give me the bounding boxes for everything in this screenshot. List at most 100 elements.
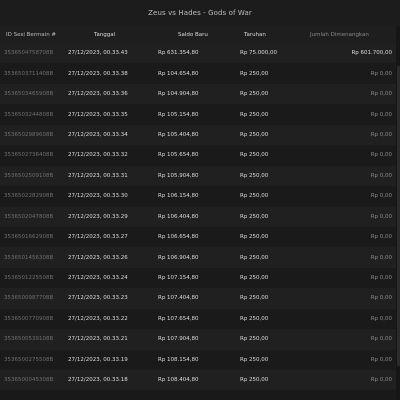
window-title: Zeus vs Hades - Gods of War [148,9,252,17]
cell-amount-won: Rp 0,00 [370,111,392,118]
cell-date: 27/12/2023, 00.33.22 [68,315,128,322]
history-window: Zeus vs Hades - Gods of War ID Sesi Berm… [0,0,400,400]
cell-amount-won: Rp 0,00 [370,295,392,302]
cell-new-balance: Rp 105.154,80 [158,111,199,118]
cell-bet: Rp 250,00 [240,213,269,220]
table-row[interactable]: 3536500987708B 27/12/2023, 00.33.23 Rp 107… [0,288,396,309]
cell-session-id: 3536500045308B [4,377,54,384]
cell-new-balance: Rp 105.904,80 [158,172,199,179]
table-row[interactable]: 3536504758708B 27/12/2023, 00.33.43 Rp 631… [0,43,396,64]
cell-bet: Rp 250,00 [240,172,269,179]
cell-date: 27/12/2023, 00.33.29 [68,213,128,220]
cell-bet: Rp 250,00 [240,91,269,98]
cell-bet: Rp 250,00 [240,152,269,159]
cell-new-balance: Rp 108.154,80 [158,356,199,363]
cell-session-id: 3536502047808B [4,213,54,220]
table-row[interactable]: 3536500275508B 27/12/2023, 00.33.19 Rp 108… [0,349,396,370]
cell-date: 27/12/2023, 00.33.35 [68,111,128,118]
cell-bet: Rp 250,00 [240,336,269,343]
cell-new-balance: Rp 107.404,80 [158,295,199,302]
cell-session-id: 3536501456308B [4,254,54,261]
cell-amount-won: Rp 0,00 [370,172,392,179]
cell-session-id: 3536503711408B [4,70,54,77]
cell-bet: Rp 250,00 [240,193,269,200]
cell-bet: Rp 250,00 [240,295,269,302]
cell-date: 27/12/2023, 00.33.31 [68,172,128,179]
table-row[interactable]: 3536503711408B 27/12/2023, 00.33.38 Rp 104… [0,63,396,84]
cell-session-id: 3536501225508B [4,275,54,282]
table-row[interactable]: 3536500770908B 27/12/2023, 00.33.22 Rp 107… [0,308,396,330]
cell-bet: Rp 250,00 [240,70,269,77]
cell-date: 27/12/2023, 00.33.21 [68,336,128,343]
cell-session-id: 3536501662908B [4,234,54,241]
cell-session-id: 3536502736408B [4,152,54,159]
table-row[interactable]: 3536502989608B 27/12/2023, 00.33.34 Rp 105… [0,124,396,146]
cell-date: 27/12/2023, 00.33.32 [68,152,128,159]
table-row[interactable]: 3536501225508B 27/12/2023, 00.33.24 Rp 107… [0,267,396,289]
cell-amount-won: Rp 0,00 [370,152,392,159]
cell-bet: Rp 75.000,00 [240,50,278,57]
cell-new-balance: Rp 108.404,80 [158,377,199,384]
cell-new-balance: Rp 106.904,80 [158,254,199,261]
vertical-scrollbar[interactable] [396,26,400,400]
cell-amount-won: Rp 0,00 [370,91,392,98]
cell-bet: Rp 250,00 [240,131,269,138]
cell-amount-won: Rp 0,00 [370,275,392,282]
cell-session-id: 3536502509108B [4,172,54,179]
cell-amount-won: Rp 0,00 [370,254,392,261]
cell-amount-won: Rp 0,00 [370,70,392,77]
table-row[interactable]: 3536502736408B 27/12/2023, 00.33.32 Rp 105… [0,145,396,166]
cell-bet: Rp 250,00 [240,356,269,363]
cell-date: 27/12/2023, 00.33.18 [68,377,128,384]
cell-new-balance: Rp 107.654,80 [158,315,199,322]
cell-session-id: 3536500275508B [4,356,54,363]
history-table: ID Sesi Bermain # Tanggal Saldo Baru Tar… [0,26,396,391]
cell-new-balance: Rp 105.654,80 [158,152,199,159]
cell-bet: Rp 250,00 [240,377,269,384]
cell-session-id: 3536504758708B [4,50,54,57]
table-row[interactable]: 3536500539108B 27/12/2023, 00.33.21 Rp 107… [0,329,396,350]
cell-bet: Rp 250,00 [240,254,269,261]
cell-session-id: 3536502282908B [4,193,54,200]
table-row[interactable]: 3536501662908B 27/12/2023, 00.33.27 Rp 106… [0,226,396,248]
title-bar: Zeus vs Hades - Gods of War [0,0,400,26]
cell-date: 27/12/2023, 00.33.19 [68,356,128,363]
table-row[interactable]: 3536503244808B 27/12/2023, 00.33.35 Rp 105… [0,104,396,125]
cell-bet: Rp 250,00 [240,234,269,241]
cell-new-balance: Rp 631.354,80 [158,50,199,57]
cell-date: 27/12/2023, 00.33.43 [68,50,128,57]
cell-date: 27/12/2023, 00.33.30 [68,193,128,200]
table-row[interactable]: 3536502047808B 27/12/2023, 00.33.29 Rp 106… [0,206,396,227]
cell-new-balance: Rp 107.904,80 [158,336,199,343]
table-row[interactable]: 3536501456308B 27/12/2023, 00.33.26 Rp 106… [0,247,396,268]
cell-amount-won: Rp 0,00 [370,315,392,322]
cell-session-id: 3536500987708B [4,295,54,302]
table-row[interactable]: 3536503465908B 27/12/2023, 00.33.36 Rp 104… [0,83,396,105]
cell-amount-won: Rp 0,00 [370,213,392,220]
cell-date: 27/12/2023, 00.33.38 [68,70,128,77]
cell-new-balance: Rp 105.404,80 [158,131,199,138]
cell-new-balance: Rp 106.154,80 [158,193,199,200]
table-header-row: ID Sesi Bermain # Tanggal Saldo Baru Tar… [0,26,396,43]
header-bet: Taruhan [244,31,266,38]
header-new-balance: Saldo Baru [178,31,208,38]
cell-amount-won: Rp 0,00 [370,356,392,363]
history-table-container[interactable]: ID Sesi Bermain # Tanggal Saldo Baru Tar… [0,26,396,400]
cell-session-id: 3536503465908B [4,91,54,98]
header-date: Tanggal [94,31,116,38]
cell-session-id: 3536500770908B [4,315,54,322]
header-session-id: ID Sesi Bermain # [6,31,57,38]
cell-bet: Rp 250,00 [240,275,269,282]
table-row[interactable]: 3536502509108B 27/12/2023, 00.33.31 Rp 105… [0,165,396,187]
cell-date: 27/12/2023, 00.33.27 [68,234,128,241]
cell-amount-won: Rp 601.700,00 [351,50,392,57]
table-row[interactable]: 3536502282908B 27/12/2023, 00.33.30 Rp 106… [0,186,396,207]
header-amount-won: Jumlah Dimenangkan [310,31,369,38]
cell-amount-won: Rp 0,00 [370,131,392,138]
table-row[interactable]: 3536500045308B 27/12/2023, 00.33.18 Rp 108… [0,370,396,391]
cell-new-balance: Rp 104.904,80 [158,91,199,98]
cell-new-balance: Rp 106.404,80 [158,213,199,220]
cell-amount-won: Rp 0,00 [370,234,392,241]
cell-session-id: 3536503244808B [4,111,54,118]
cell-amount-won: Rp 0,00 [370,377,392,384]
